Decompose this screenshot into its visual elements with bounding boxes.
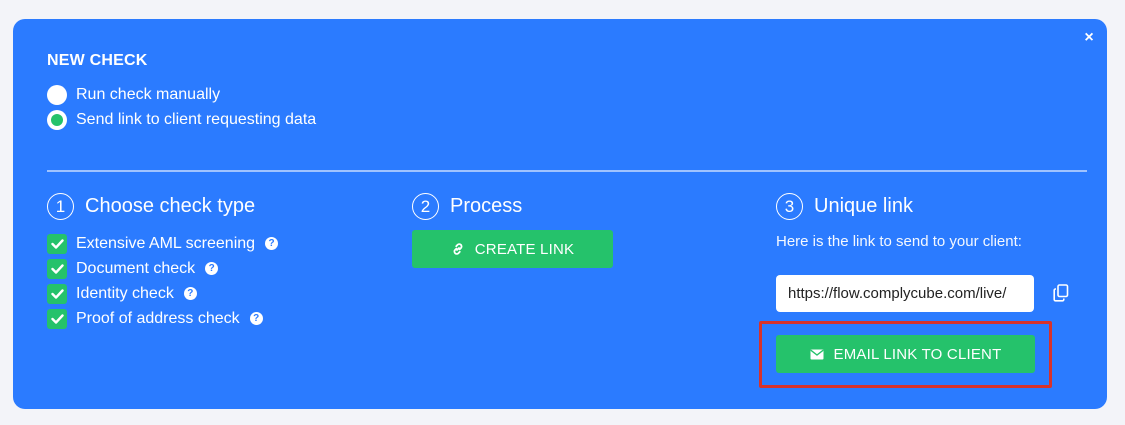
checkbox-document[interactable] [47, 258, 67, 279]
option-send-link-label: Send link to client requesting data [76, 111, 317, 128]
checkmark-icon [50, 238, 64, 249]
help-icon[interactable]: ? [183, 287, 197, 300]
envelope-icon [809, 349, 824, 359]
help-icon[interactable]: ? [265, 237, 279, 250]
radio-send-link[interactable] [47, 110, 67, 130]
check-item-document-label: Document check [76, 259, 196, 277]
checkbox-proof-of-address[interactable] [47, 308, 67, 329]
option-run-manually-label: Run check manually [76, 86, 221, 103]
step-unique-link-header: 3 Unique link [776, 193, 913, 220]
help-icon[interactable]: ? [249, 312, 263, 325]
checkmark-icon [50, 288, 64, 299]
step-number-2: 2 [412, 193, 439, 220]
step-process-header: 2 Process [412, 193, 522, 220]
checkmark-icon [50, 313, 64, 324]
checkbox-aml[interactable] [47, 233, 67, 254]
step-unique-link-title: Unique link [814, 195, 913, 217]
check-item-proof-of-address-label: Proof of address check [76, 309, 240, 327]
check-item-identity-label: Identity check [76, 284, 174, 302]
step-number-1: 1 [47, 193, 74, 220]
check-type-list: Extensive AML screening ? Document check… [47, 231, 279, 331]
checkmark-icon [50, 263, 64, 274]
new-check-panel: × NEW CHECK Run check manually Send link… [13, 19, 1107, 409]
step-choose-check-type-title: Choose check type [85, 195, 256, 217]
option-run-manually[interactable]: Run check manually [47, 85, 220, 105]
create-link-label: CREATE LINK [474, 240, 575, 258]
close-icon[interactable]: × [1081, 29, 1097, 46]
unique-link-input[interactable] [776, 275, 1034, 312]
help-icon[interactable]: ? [205, 262, 219, 275]
link-hint-text: Here is the link to send to your client: [776, 233, 1022, 250]
step-number-3: 3 [776, 193, 803, 220]
email-link-to-client-button[interactable]: EMAIL LINK TO CLIENT [776, 335, 1035, 373]
step-choose-check-type-header: 1 Choose check type [47, 193, 255, 220]
email-link-label: EMAIL LINK TO CLIENT [833, 345, 1002, 363]
copy-icon[interactable] [1053, 284, 1069, 302]
check-item-identity[interactable]: Identity check ? [47, 281, 278, 306]
check-item-aml-label: Extensive AML screening [76, 234, 256, 252]
section-divider [47, 170, 1087, 172]
option-send-link[interactable]: Send link to client requesting data [47, 110, 316, 130]
check-item-proof-of-address[interactable]: Proof of address check ? [47, 306, 278, 331]
radio-run-manually[interactable] [47, 85, 67, 105]
check-item-document[interactable]: Document check ? [47, 256, 278, 281]
panel-title: NEW CHECK [47, 52, 148, 69]
create-link-button[interactable]: CREATE LINK [412, 230, 613, 268]
check-item-aml[interactable]: Extensive AML screening ? [47, 231, 279, 256]
checkbox-identity[interactable] [47, 283, 67, 304]
step-process-title: Process [450, 195, 523, 217]
link-icon [453, 243, 463, 255]
